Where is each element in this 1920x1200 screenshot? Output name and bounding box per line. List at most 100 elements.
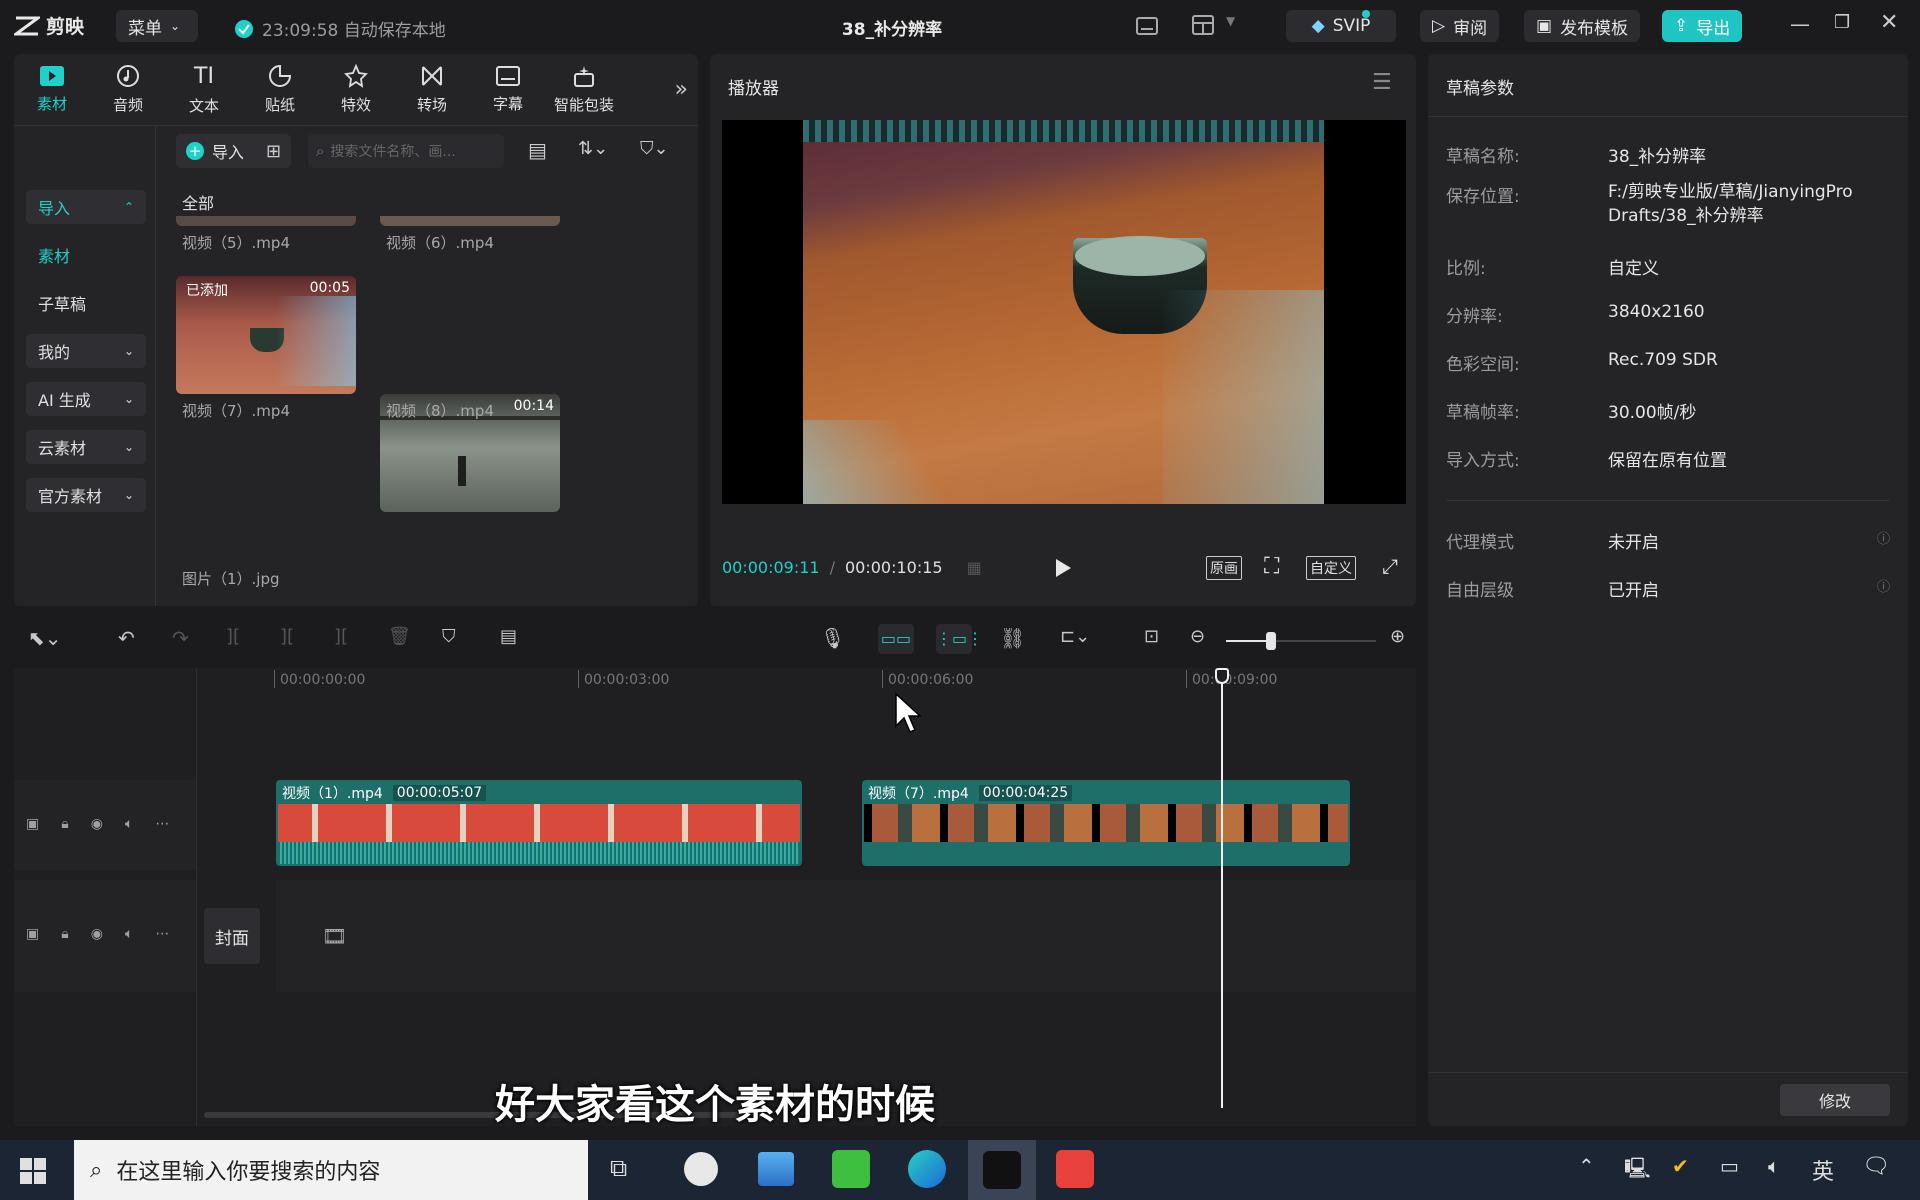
notification-icon[interactable]: 🗨︎: [1862, 1154, 1890, 1179]
zoom-out-icon[interactable]: ⊖: [1190, 626, 1205, 647]
tab-subtitle[interactable]: 字幕: [470, 54, 546, 126]
zoom-slider[interactable]: [1226, 632, 1376, 650]
cover-button[interactable]: 封面: [204, 908, 260, 964]
tab-transition[interactable]: 转场: [394, 54, 470, 126]
main-track-magnet-icon[interactable]: ▭▭: [878, 624, 914, 654]
tab-media[interactable]: 素材: [14, 54, 90, 126]
help-icon[interactable]: ⓘ: [1877, 576, 1890, 624]
play-icon[interactable]: [1054, 558, 1072, 578]
auto-caption-icon[interactable]: ▤: [500, 626, 517, 647]
timeline-clip[interactable]: 视频（7）.mp4 00:00:04:25: [862, 780, 1350, 866]
track-header-cover: ▣ 🔒︎ ◉ 🔈︎ ⋯: [14, 880, 196, 992]
app-icon-explorer[interactable]: [758, 1152, 794, 1186]
minimize-icon[interactable]: —: [1790, 12, 1810, 36]
app-icon-edge[interactable]: [908, 1150, 946, 1188]
sidebar-item-official[interactable]: 官方素材 ⌄: [26, 478, 146, 512]
windows-start-icon[interactable]: [20, 1158, 46, 1184]
eye-icon[interactable]: ◉: [91, 926, 103, 942]
lock-icon[interactable]: 🔒︎: [61, 926, 68, 942]
taskbar-search[interactable]: ⌕ 在这里输入你要搜索的内容: [74, 1140, 588, 1200]
delete-icon[interactable]: 🗑: [388, 626, 411, 647]
param-key: 保存位置:: [1446, 187, 1520, 207]
chevron-down-icon: ⌄: [123, 488, 134, 502]
battery-icon[interactable]: ▭: [1720, 1154, 1739, 1178]
lock-icon[interactable]: 🔒︎: [61, 816, 68, 832]
fit-timeline-icon[interactable]: ⊡: [1144, 626, 1159, 647]
modify-button[interactable]: 修改: [1780, 1084, 1890, 1116]
help-icon[interactable]: ⓘ: [1877, 528, 1890, 576]
volume-icon[interactable]: 🔈︎: [1768, 1154, 1780, 1178]
redo-icon[interactable]: ↷: [172, 626, 189, 650]
panel-layout-icon[interactable]: [1192, 15, 1214, 35]
fullscreen-icon[interactable]: ⤢: [1382, 554, 1398, 578]
video-viewport[interactable]: [722, 120, 1406, 504]
app-icon-jianying-active[interactable]: [968, 1140, 1036, 1200]
cursor-select-icon[interactable]: ⬉⌄: [28, 626, 62, 650]
media-thumb[interactable]: 已添加 00:05: [176, 276, 356, 394]
original-quality-button[interactable]: 原画: [1206, 556, 1242, 580]
microphone-icon[interactable]: 🎙: [820, 626, 845, 650]
filter-icon[interactable]: ⛉⌄: [640, 138, 669, 159]
filter-all-label[interactable]: 全部: [182, 190, 214, 214]
link-icon[interactable]: ⛓: [1000, 626, 1025, 650]
eye-icon[interactable]: ◉: [91, 816, 103, 832]
app-icon-recorder[interactable]: [1056, 1150, 1094, 1188]
preview-axis-icon[interactable]: ⊏⌄: [1060, 626, 1090, 647]
sidebar-item-cloud[interactable]: 云素材 ⌄: [26, 430, 146, 464]
tab-sticker[interactable]: 贴纸: [242, 54, 318, 126]
split-left-icon[interactable]: ][: [280, 626, 294, 647]
split-right-icon[interactable]: ][: [334, 626, 348, 647]
grid-icon[interactable]: ⊞: [266, 141, 281, 162]
ime-indicator[interactable]: 英: [1812, 1154, 1834, 1186]
sidebar-item-sub-draft[interactable]: 子草稿: [26, 286, 146, 320]
review-button[interactable]: ▷ 审阅: [1420, 10, 1500, 42]
thumb-partial[interactable]: [380, 216, 560, 226]
undo-icon[interactable]: ↶: [118, 626, 135, 650]
publish-template-button[interactable]: ▣ 发布模板: [1524, 10, 1641, 42]
screenshot-icon[interactable]: ⛶: [1264, 554, 1279, 579]
close-icon[interactable]: ✕: [1880, 10, 1898, 35]
more-icon[interactable]: ⋯: [155, 816, 169, 832]
view-toggle-icon[interactable]: ▤: [528, 138, 547, 162]
ratio-button[interactable]: 自定义: [1306, 556, 1356, 580]
sidebar-item-ai-gen[interactable]: AI 生成 ⌄: [26, 382, 146, 416]
sidebar-item-mine[interactable]: 我的 ⌄: [26, 334, 146, 368]
tab-effects[interactable]: 特效: [318, 54, 394, 126]
restore-icon[interactable]: ❐: [1834, 12, 1850, 33]
tab-audio[interactable]: 音频: [90, 54, 166, 126]
menu-icon[interactable]: ☰: [1372, 70, 1392, 95]
playhead[interactable]: [1221, 668, 1223, 1108]
shield-icon[interactable]: ⛉: [442, 626, 456, 647]
task-view-icon[interactable]: ⧉: [610, 1154, 627, 1182]
status-check-icon[interactable]: ✔: [1672, 1154, 1689, 1178]
zoom-in-icon[interactable]: ⊕: [1390, 626, 1405, 647]
split-icon[interactable]: ][: [226, 626, 240, 647]
tab-smart-pack[interactable]: 智能包装: [546, 54, 622, 126]
timeline-clip[interactable]: 视频（1）.mp4 00:00:05:07: [276, 780, 802, 866]
waveform-icon[interactable]: ▦: [967, 558, 982, 577]
chevron-up-icon[interactable]: ⌃: [1578, 1154, 1595, 1178]
chevron-down-icon[interactable]: ▼: [1226, 14, 1235, 28]
sidebar-item-import[interactable]: 导入 ⌃: [26, 190, 146, 224]
sidebar-label: 素材: [38, 247, 71, 266]
divider: [1428, 116, 1908, 117]
more-tabs-icon[interactable]: »: [675, 77, 688, 102]
snap-icon[interactable]: ⋮▭⋮: [936, 624, 983, 654]
speaker-icon[interactable]: 🔈︎: [125, 816, 133, 832]
app-icon-davinci[interactable]: [684, 1152, 718, 1186]
more-icon[interactable]: ⋯: [155, 926, 169, 942]
export-button[interactable]: ⇪ 导出: [1662, 10, 1743, 42]
thumb-partial[interactable]: [176, 216, 356, 226]
speaker-icon[interactable]: 🔈︎: [125, 926, 133, 942]
network-icon[interactable]: 🖳︎: [1624, 1154, 1651, 1188]
sort-icon[interactable]: ⇅⌄: [578, 138, 608, 159]
sidebar-item-material[interactable]: 素材: [26, 238, 146, 272]
tab-text[interactable]: TI 文本: [166, 54, 242, 126]
zoom-knob[interactable]: [1266, 632, 1276, 650]
layout-icon[interactable]: [1136, 16, 1158, 36]
app-icon-camtasia[interactable]: [832, 1150, 870, 1188]
search-input[interactable]: ⌕ 搜索文件名称、画...: [308, 134, 504, 168]
svip-button[interactable]: ◆ SVIP: [1286, 10, 1396, 42]
playhead-handle[interactable]: [1215, 668, 1229, 684]
import-button[interactable]: + 导入 ⊞: [176, 134, 292, 168]
